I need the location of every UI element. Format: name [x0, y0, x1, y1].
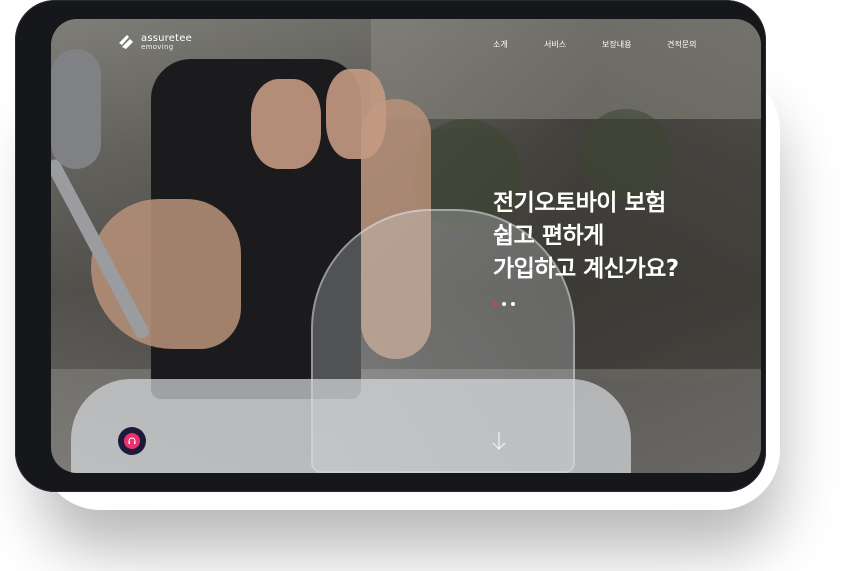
assuretee-logo-icon — [117, 33, 135, 51]
brand-name: assuretee — [141, 32, 192, 44]
scooter-body — [71, 379, 631, 473]
top-navigation: assuretee emoving 소개 서비스 보장내용 견적문의 — [51, 19, 761, 69]
slider-dot[interactable] — [502, 302, 506, 306]
brand-logo[interactable]: assuretee emoving — [117, 33, 192, 51]
brand-subtitle: emoving — [141, 42, 174, 51]
slider-pagination — [493, 302, 515, 306]
arrow-down-icon[interactable] — [491, 431, 507, 451]
nav-item-service[interactable]: 서비스 — [544, 39, 566, 50]
nav-item-intro[interactable]: 소개 — [493, 39, 508, 50]
rider-hand — [326, 69, 386, 159]
slider-dot-active[interactable] — [493, 302, 497, 306]
rider-hand — [251, 79, 321, 169]
hero-headline-line: 가입하고 계신가요? — [493, 256, 679, 282]
hero-screen: assuretee emoving 소개 서비스 보장내용 견적문의 전기오토바… — [51, 19, 761, 473]
brand-text: assuretee emoving — [141, 32, 192, 51]
hero-headline-line: 쉽고 편하게 — [493, 223, 604, 249]
nav-item-quote[interactable]: 견적문의 — [667, 39, 696, 50]
hero-headline: 전기오토바이 보험 쉽고 편하게 가입하고 계신가요? — [493, 187, 679, 286]
nav-item-coverage[interactable]: 보장내용 — [602, 39, 631, 50]
chat-button[interactable] — [118, 427, 146, 455]
slider-dot[interactable] — [511, 302, 515, 306]
background-plant — [581, 109, 671, 199]
tablet-device-frame: assuretee emoving 소개 서비스 보장내용 견적문의 전기오토바… — [15, 0, 766, 492]
headset-icon — [124, 433, 140, 449]
hero-headline-line: 전기오토바이 보험 — [493, 190, 666, 216]
